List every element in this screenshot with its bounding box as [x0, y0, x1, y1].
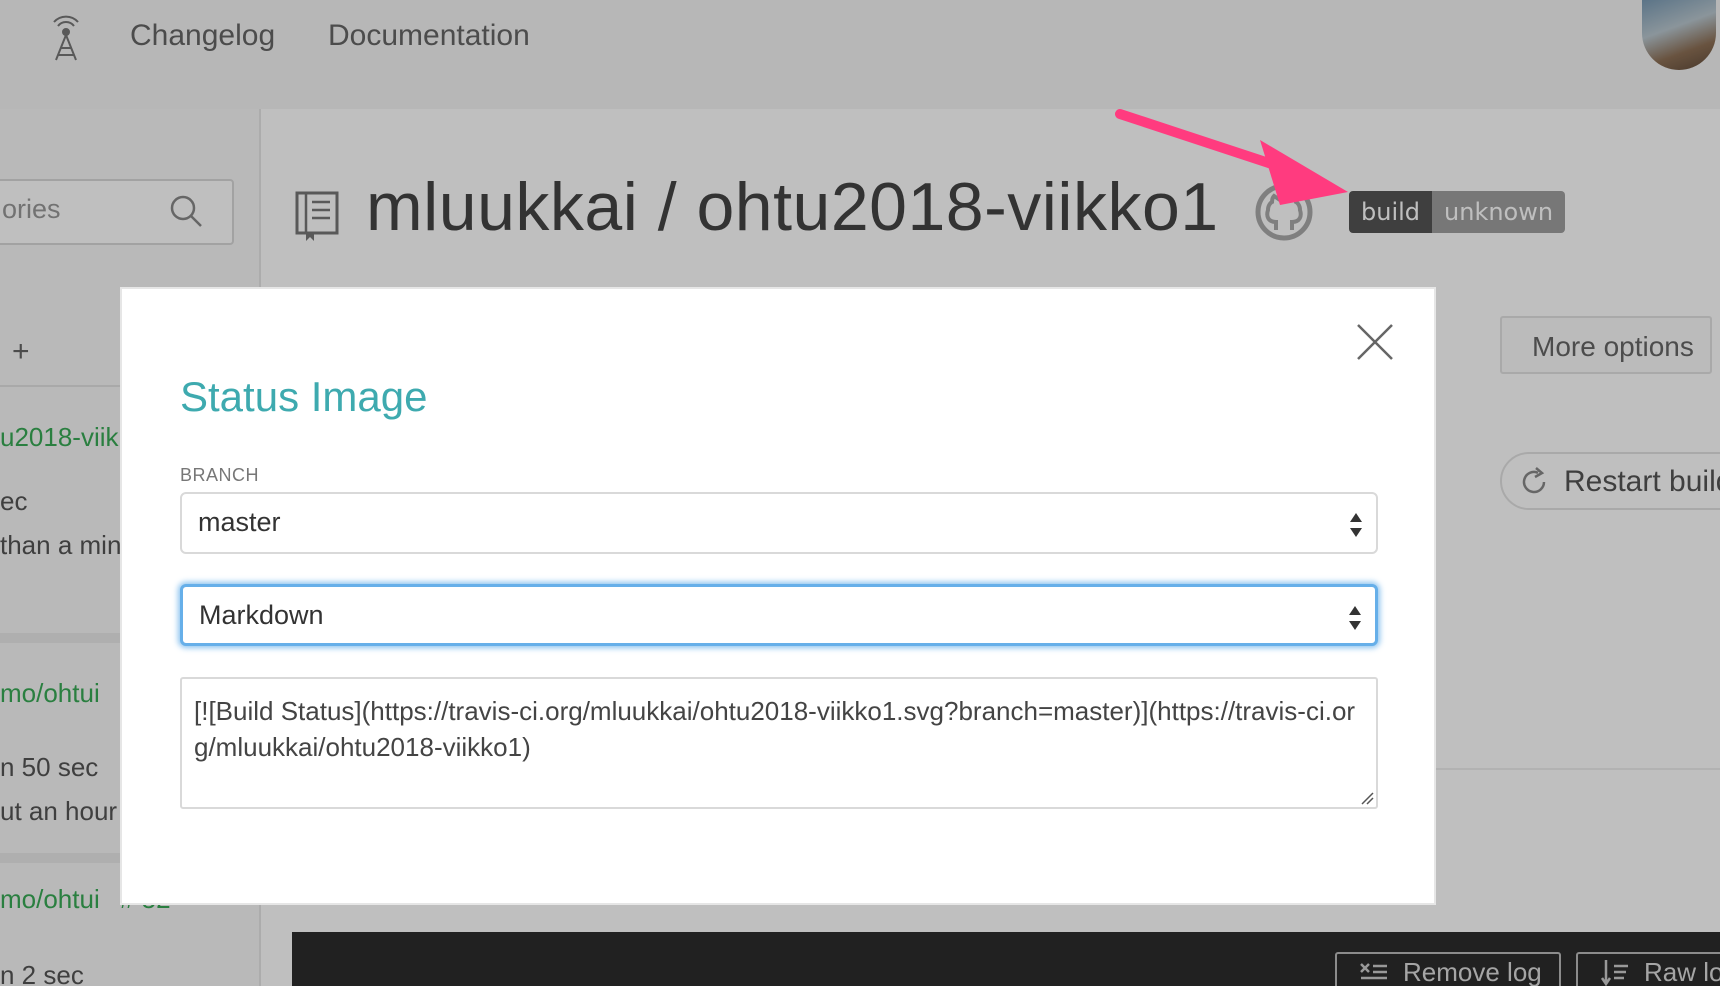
select-arrows-icon — [1349, 606, 1361, 630]
select-arrows-icon — [1350, 513, 1362, 537]
close-icon[interactable] — [1352, 319, 1398, 365]
branch-select[interactable]: master — [180, 492, 1378, 554]
format-select-value: Markdown — [199, 600, 324, 630]
dialog-title: Status Image — [180, 373, 428, 420]
status-image-code-textarea[interactable]: [![Build Status](https://travis-ci.org/m… — [180, 677, 1378, 809]
status-image-code: [![Build Status](https://travis-ci.org/m… — [194, 696, 1356, 762]
status-image-dialog: Status Image BRANCH master Markdown [![B… — [120, 287, 1436, 905]
format-select[interactable]: Markdown — [180, 584, 1378, 646]
branch-label: BRANCH — [180, 465, 260, 485]
resize-handle-icon[interactable] — [1358, 789, 1374, 805]
annotation-arrow-icon — [1115, 109, 1348, 205]
branch-select-value: master — [198, 507, 281, 537]
